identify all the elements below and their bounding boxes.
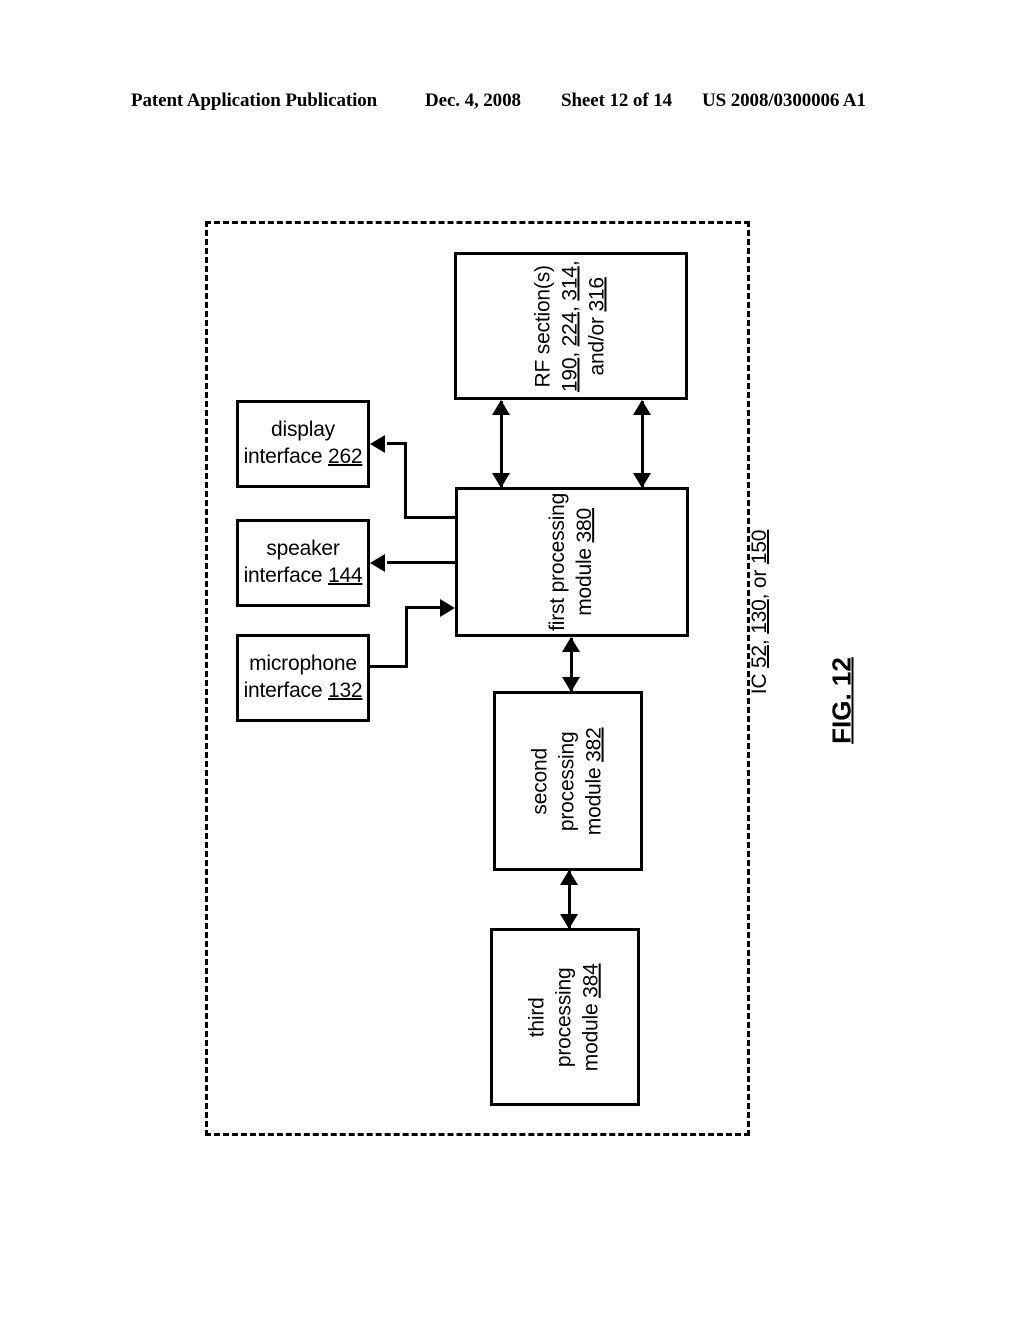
mic-line-1: microphone [249,652,357,676]
ic-boundary-label: IC 52, 130, or 150 [748,529,771,695]
rf-ref-224: 224 [558,311,582,347]
connector-rf-first-right-arrow-down [633,473,651,488]
first-line-1: first processing [546,492,570,632]
connector-mic-line-v [405,606,408,668]
block-speaker-interface-label: speaker interface 144 [244,536,363,590]
connector-display-line-v [404,442,407,519]
third-line-2: module [579,1003,603,1071]
connector-rf-first-right-arrow-up [633,400,651,415]
connector-first-second-arrow-down [562,677,580,692]
block-display-interface-label: display interface 262 [244,417,363,471]
second-line-1: second [528,747,552,815]
block-second-processing-module-label: second processing module 382 [528,727,609,835]
block-speaker-interface: speaker interface 144 [236,519,370,607]
block-display-interface: display interface 262 [236,400,370,488]
rf-ref-316: 316 [585,276,609,312]
display-line-2: interface [243,445,323,468]
connector-mic-line-h-right [405,606,443,609]
block-microphone-interface: microphone interface 132 [236,634,370,722]
third-line-1: third processing [525,967,576,1067]
first-line-2: module [573,548,596,616]
ic-ref-52: 52 [748,645,771,669]
block-rf-section-label: RF section(s) 190, 224, 314, and/or 316 [531,260,612,392]
speaker-line-2: interface [243,564,323,587]
rf-ref-190: 190 [558,357,582,392]
connector-mic-arrowhead [440,599,455,617]
mic-line-2: interface [243,679,323,702]
rf-line-1: RF section(s) [531,264,555,388]
block-third-processing-module-label: third processing module 384 [525,945,606,1089]
patent-figure-12: RF section(s) 190, 224, 314, and/or 316 di… [0,0,1024,1320]
ic-ref-130: 130 [748,599,771,634]
connector-rf-first-left-arrow-up [492,400,510,415]
block-microphone-interface-label: microphone interface 132 [244,651,363,705]
connector-rf-first-left-arrow-down [492,473,510,488]
figure-caption: FIG. 12 [827,601,858,801]
connector-speaker-arrowhead [370,554,385,572]
mic-ref: 132 [327,679,363,702]
block-third-processing-module: third processing module 384 [490,928,640,1106]
block-rf-section: RF section(s) 190, 224, 314, and/or 316 [454,252,688,400]
block-first-processing-module-label: first processing module 380 [545,493,599,631]
second-ref: 382 [582,727,606,762]
connector-display-arrowhead [370,435,385,453]
connector-display-line-h-right [404,516,457,519]
connector-second-third-arrow-up [560,870,578,885]
rf-ref-314: 314 [558,265,582,301]
speaker-line-1: speaker [266,537,340,561]
ic-ref-150: 150 [748,529,771,565]
display-line-1: display [271,418,335,442]
block-second-processing-module: second processing module 382 [493,691,643,871]
first-ref: 380 [573,508,596,543]
connector-display-line-h-left [387,442,407,445]
speaker-ref: 144 [327,564,363,587]
second-line-3: module [582,767,606,835]
third-ref: 384 [579,963,603,998]
second-line-2: processing [555,731,579,831]
connector-speaker-line [387,561,457,564]
block-first-processing-module: first processing module 380 [455,487,689,637]
figure-caption-text: FIG. 12 [826,657,857,744]
rf-line-2: 190, 224, 314, [558,260,582,392]
connector-mic-line-h-left [370,665,408,668]
rf-line-3: and/or 316 [585,276,609,376]
connector-first-second-arrow-up [562,637,580,652]
connector-second-third-arrow-down [560,914,578,929]
display-ref: 262 [327,445,363,468]
